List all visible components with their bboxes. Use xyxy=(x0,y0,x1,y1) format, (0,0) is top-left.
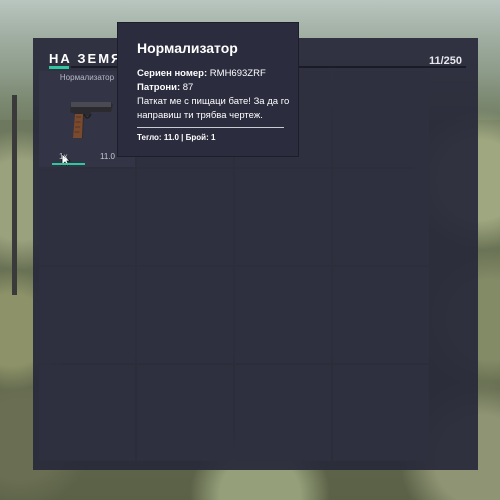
ammo-value: 87 xyxy=(182,82,194,93)
title-accent-bar xyxy=(49,66,69,69)
tooltip-body: Сериен номер: RMH693ZRF Патрони: 87 Патк… xyxy=(137,67,297,123)
tooltip-footer: Тегло: 11.0 | Брой: 1 xyxy=(137,133,216,142)
tooltip-serial: Сериен номер: RMH693ZRF xyxy=(137,67,297,81)
item-tooltip: Нормализатор Сериен номер: RMH693ZRF Пат… xyxy=(117,22,299,157)
inventory-slot[interactable] xyxy=(39,267,135,363)
tooltip-title: Нормализатор xyxy=(137,40,238,56)
inventory-slot[interactable] xyxy=(235,365,331,461)
serial-value: RMH693ZRF xyxy=(209,68,266,79)
serial-label: Сериен номер: xyxy=(137,68,208,79)
inventory-slot[interactable] xyxy=(39,365,135,461)
capacity-counter: 11/250 xyxy=(428,55,462,67)
inventory-slot[interactable] xyxy=(137,365,233,461)
inventory-slot[interactable] xyxy=(137,267,233,363)
pistol-icon xyxy=(70,102,113,138)
tooltip-description: Паткат ме с пищаци бате! За да го направ… xyxy=(137,96,290,121)
item-durability-bar xyxy=(52,163,85,165)
item-count: 1x xyxy=(59,152,68,161)
ammo-label: Патрони: xyxy=(137,82,181,93)
inventory-slot[interactable] xyxy=(137,169,233,265)
tooltip-divider xyxy=(137,127,284,128)
inventory-slot[interactable] xyxy=(333,71,429,167)
street-pole xyxy=(12,95,17,295)
inventory-slot[interactable] xyxy=(333,169,429,265)
inventory-slot[interactable] xyxy=(333,267,429,363)
tooltip-ammo: Патрони: 87 xyxy=(137,81,297,95)
inventory-slot[interactable] xyxy=(39,169,135,265)
inventory-slot[interactable] xyxy=(235,267,331,363)
inventory-slot[interactable] xyxy=(235,169,331,265)
inventory-slot[interactable] xyxy=(333,365,429,461)
item-weight: 11.0 xyxy=(100,152,115,161)
